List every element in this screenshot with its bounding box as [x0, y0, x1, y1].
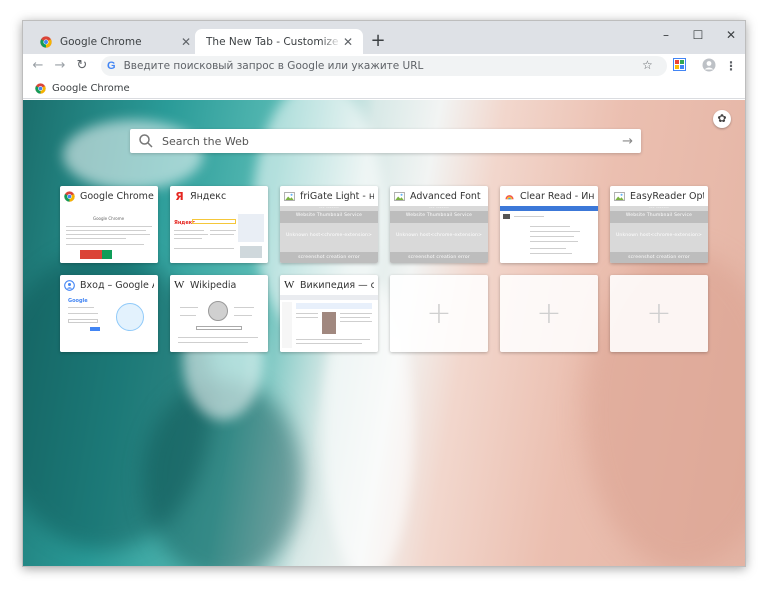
search-submit-arrow-icon[interactable]: →: [622, 134, 633, 149]
speed-dial-tile[interactable]: friGate Light - наст... --- ------- Webs…: [280, 186, 378, 263]
profile-avatar-icon[interactable]: [701, 58, 717, 74]
browser-window: Google Chrome ✕ The New Tab - Customize …: [22, 20, 746, 567]
tile-label: Яндекс: [190, 190, 227, 202]
menu-kebab-icon[interactable]: ⋮: [723, 58, 739, 74]
extension-grid-icon[interactable]: [671, 58, 687, 74]
add-plus-icon: +: [536, 296, 562, 331]
speed-dial-tile[interactable]: W Википедия — своб...: [280, 275, 378, 352]
settings-gear-icon[interactable]: ✿: [713, 110, 731, 128]
chrome-icon: [64, 190, 75, 202]
tab-close-icon[interactable]: ✕: [341, 35, 355, 49]
bookmark-google-chrome[interactable]: Google Chrome: [35, 83, 130, 94]
speed-dial-tile[interactable]: EasyReader Options --- ------- Website T…: [610, 186, 708, 263]
clear-read-icon: [505, 194, 514, 199]
reload-icon[interactable]: ↻: [73, 56, 91, 76]
add-tile-button[interactable]: +: [390, 275, 488, 352]
thumb-service-text: Website Thumbnail Service: [295, 213, 363, 218]
thumb-service-text: Website Thumbnail Service: [405, 213, 473, 218]
thumb-error-text: Unknown host<chrome-extension>: [395, 233, 483, 238]
tab-strip: Google Chrome ✕ The New Tab - Customize …: [23, 21, 745, 54]
google-g-icon: G: [107, 60, 116, 72]
forward-arrow-icon[interactable]: →: [51, 56, 69, 76]
search-placeholder: Search the Web: [162, 134, 249, 148]
thumb-error-text: Unknown host<chrome-extension>: [285, 233, 373, 238]
thumb-text: Google: [68, 298, 88, 304]
add-plus-icon: +: [426, 296, 452, 331]
bookmarks-bar: Google Chrome: [23, 78, 745, 99]
add-tile-button[interactable]: +: [500, 275, 598, 352]
window-close-icon[interactable]: ✕: [716, 25, 745, 45]
speed-dial-tile[interactable]: Clear Read - Интер...: [500, 186, 598, 263]
speed-dial-tile[interactable]: W Wikipedia: [170, 275, 268, 352]
broken-image-icon: [284, 191, 295, 201]
tile-label: Clear Read - Интер...: [520, 190, 594, 202]
tab-google-chrome[interactable]: Google Chrome ✕: [29, 29, 201, 54]
speed-dial-tile[interactable]: Advanced Font Sett... --- ------- Websit…: [390, 186, 488, 263]
tile-thumbnail-error: --- ------- Website Thumbnail Service Un…: [610, 206, 708, 263]
tile-thumbnail: [500, 206, 598, 263]
tile-label: Вход – Google Акк...: [80, 279, 154, 291]
tile-thumbnail-error: --- ------- Website Thumbnail Service Un…: [390, 206, 488, 263]
tab-close-icon[interactable]: ✕: [179, 35, 193, 49]
thumb-footer-text: screenshot creation error: [408, 255, 470, 260]
tile-label: EasyReader Options: [630, 190, 704, 202]
tab-title: Google Chrome: [60, 35, 142, 48]
new-tab-page: ✿ Search the Web → Google Chrome Google …: [23, 100, 745, 566]
thumb-error-text: Unknown host<chrome-extension>: [615, 233, 703, 238]
speed-dial-tile[interactable]: Я Яндекс Яндекс: [170, 186, 268, 263]
new-tab-plus-icon[interactable]: +: [368, 30, 388, 51]
maximize-icon[interactable]: ☐: [683, 25, 713, 45]
google-account-icon: [64, 279, 75, 291]
add-tile-button[interactable]: +: [610, 275, 708, 352]
tile-thumbnail: [170, 295, 268, 352]
tile-thumbnail: Яндекс: [170, 206, 268, 263]
tab-new-tab[interactable]: The New Tab - Customize Your Start Page …: [195, 29, 363, 54]
broken-image-icon: [394, 191, 405, 201]
wikipedia-icon: W: [174, 278, 185, 291]
tab-title: The New Tab - Customize Your Start Page: [206, 35, 341, 48]
thumb-text: Google Chrome: [93, 216, 125, 221]
yandex-icon: Я: [175, 189, 184, 203]
search-icon: [139, 134, 153, 148]
tile-thumbnail: [280, 295, 378, 352]
add-plus-icon: +: [646, 296, 672, 331]
broken-image-icon: [614, 191, 625, 201]
search-box[interactable]: Search the Web →: [130, 129, 641, 153]
back-arrow-icon[interactable]: ←: [29, 56, 47, 76]
tile-thumbnail: Google: [60, 295, 158, 352]
thumb-service-text: Website Thumbnail Service: [625, 213, 693, 218]
thumb-footer-text: screenshot creation error: [298, 255, 360, 260]
minimize-icon[interactable]: –: [651, 25, 681, 45]
tile-label: Advanced Font Sett...: [410, 190, 484, 202]
toolbar: ← → ↻ G Введите поисковый запрос в Googl…: [23, 54, 745, 78]
bookmark-star-icon[interactable]: ☆: [642, 58, 653, 72]
address-bar[interactable]: G Введите поисковый запрос в Google или …: [101, 56, 667, 76]
speed-dial-tile[interactable]: Google Chrome Google Chrome: [60, 186, 158, 263]
wikipedia-icon: W: [284, 278, 295, 291]
thumb-footer-text: screenshot creation error: [628, 255, 690, 260]
bookmark-label: Google Chrome: [52, 82, 130, 94]
tile-thumbnail-error: --- ------- Website Thumbnail Service Un…: [280, 206, 378, 263]
chrome-icon: [35, 82, 46, 94]
tile-label: Википедия — своб...: [300, 279, 374, 291]
tile-label: friGate Light - наст...: [300, 190, 374, 202]
tile-label: Wikipedia: [190, 279, 237, 291]
tile-label: Google Chrome: [80, 190, 154, 202]
address-bar-placeholder: Введите поисковый запрос в Google или ук…: [123, 60, 424, 72]
speed-dial-tile[interactable]: Вход – Google Акк... Google: [60, 275, 158, 352]
tile-thumbnail: Google Chrome: [60, 206, 158, 263]
chrome-icon: [40, 35, 52, 48]
